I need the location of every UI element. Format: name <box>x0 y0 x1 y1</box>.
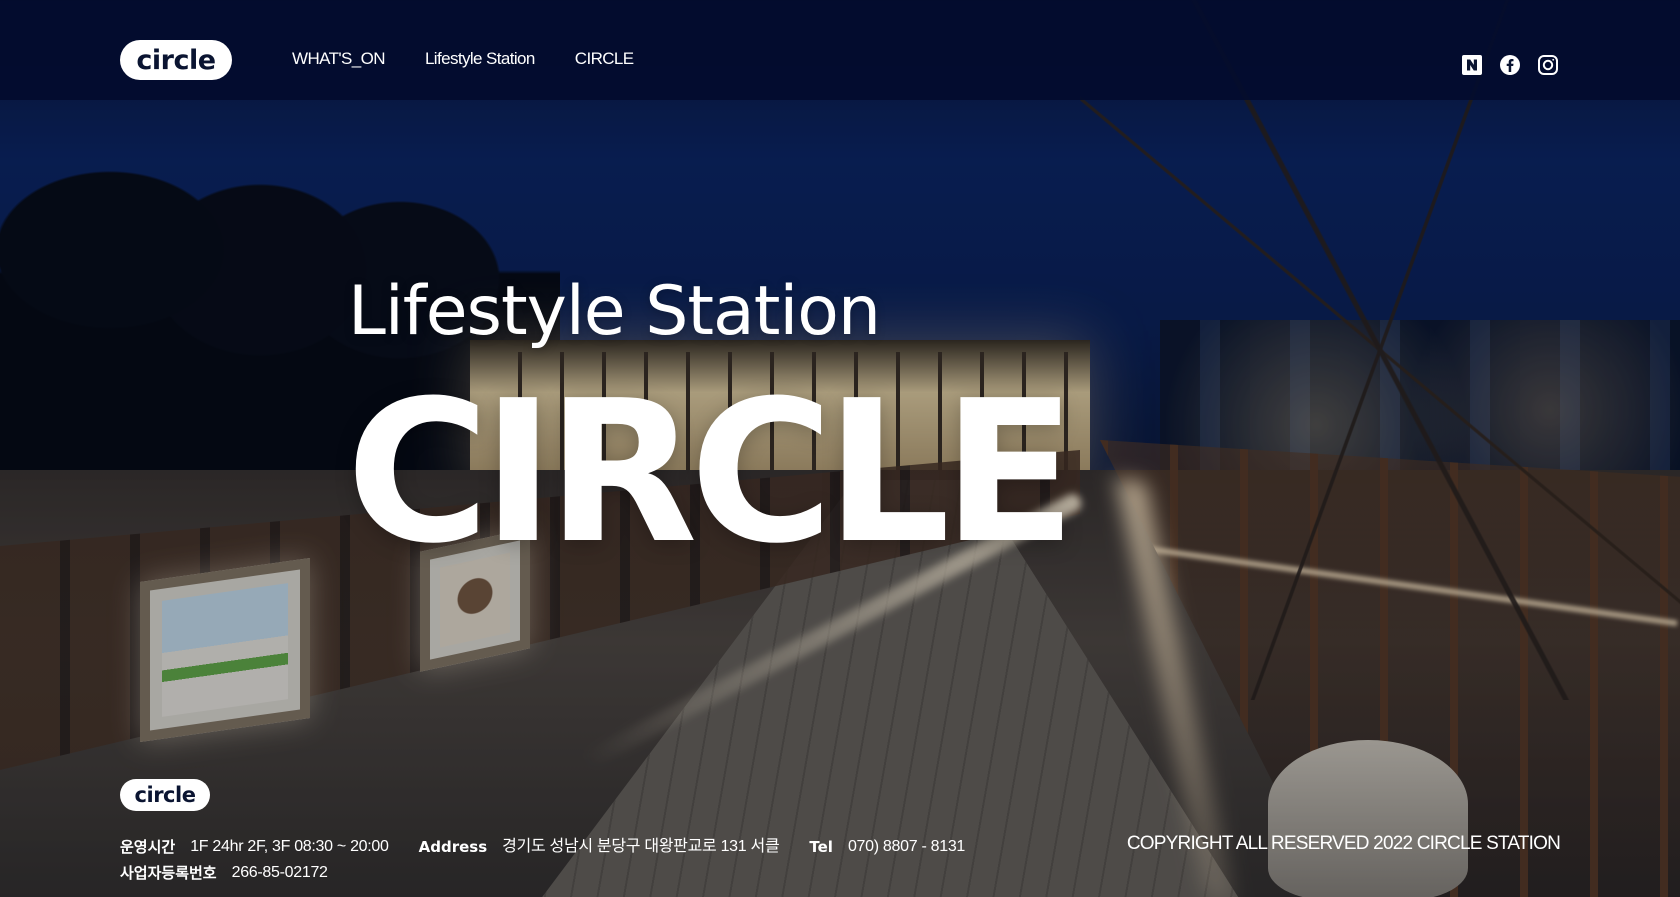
header-logo-text: circle <box>136 44 216 76</box>
nav-item-lifestyle-station[interactable]: Lifestyle Station <box>425 49 535 69</box>
hero-subtitle: Lifestyle Station <box>348 272 881 351</box>
hero-title: CIRCLE <box>346 359 1076 587</box>
site-header: circle WHAT'S_ON Lifestyle Station CIRCL… <box>0 0 1680 100</box>
nav-item-whats-on[interactable]: WHAT'S_ON <box>292 49 386 69</box>
nav-item-circle[interactable]: CIRCLE <box>575 49 634 69</box>
facebook-icon[interactable] <box>1498 53 1522 77</box>
naver-icon[interactable] <box>1460 53 1484 77</box>
hours-label: 운영시간 <box>120 838 176 856</box>
business-number-value: 266-85-02172 <box>231 864 328 881</box>
address-value: 경기도 성남시 분당구 대왕판교로 131 서클 <box>502 838 780 855</box>
main-nav: WHAT'S_ON Lifestyle Station CIRCLE <box>292 49 634 69</box>
footer-info: 운영시간 1F 24hr 2F, 3F 08:30 ~ 20:00 Addres… <box>120 834 995 886</box>
tel-value: 070) 8807 - 8131 <box>847 838 966 855</box>
address-label: Address <box>418 838 488 856</box>
header-logo[interactable]: circle <box>120 40 232 80</box>
footer-logo-text: circle <box>134 782 196 807</box>
social-links <box>1460 53 1560 77</box>
hours-value: 1F 24hr 2F, 3F 08:30 ~ 20:00 <box>190 838 389 855</box>
copyright-text: COPYRIGHT ALL RESERVED 2022 CIRCLE STATI… <box>1126 833 1561 854</box>
footer-info-row: 사업자등록번호 266-85-02172 <box>120 860 995 886</box>
tel-label: Tel <box>809 838 833 856</box>
footer-info-row: 운영시간 1F 24hr 2F, 3F 08:30 ~ 20:00 Addres… <box>120 834 995 860</box>
page: circle WHAT'S_ON Lifestyle Station CIRCL… <box>0 0 1680 897</box>
instagram-icon[interactable] <box>1536 53 1560 77</box>
business-number-label: 사업자등록번호 <box>120 864 217 882</box>
footer-logo[interactable]: circle <box>120 779 210 811</box>
